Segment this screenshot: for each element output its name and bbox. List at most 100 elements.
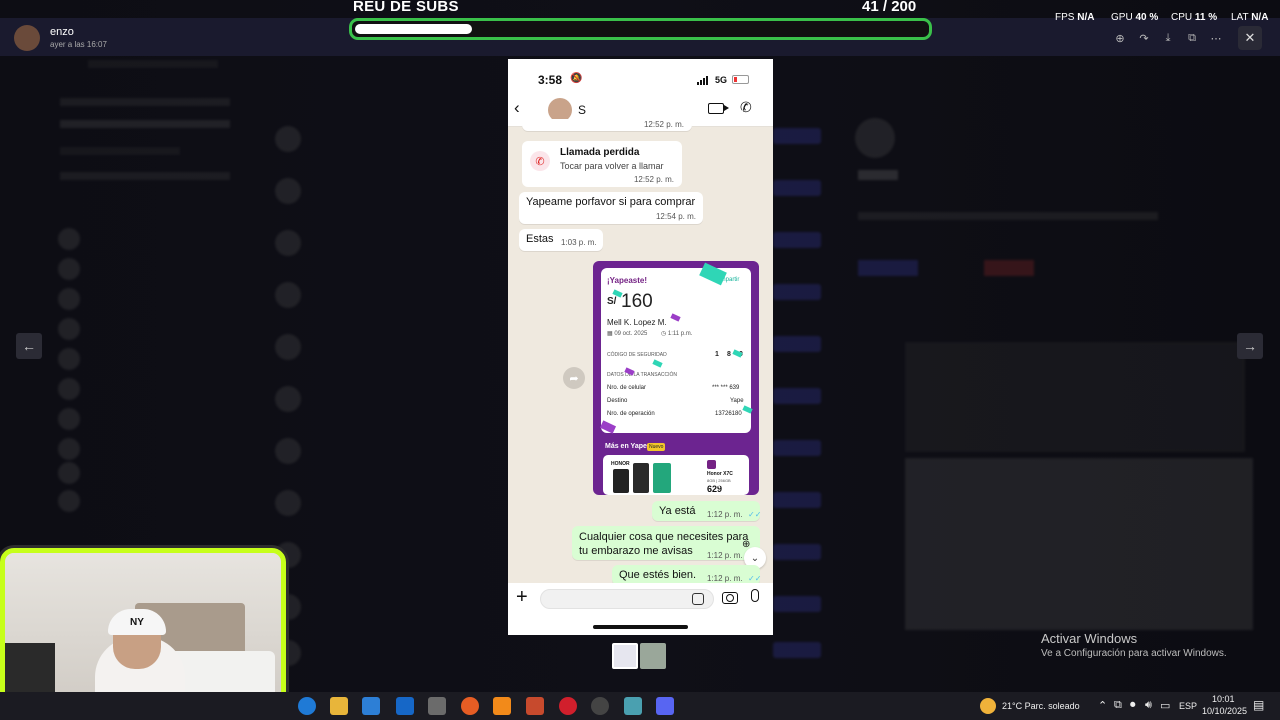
rotate-icon[interactable]: ↷ [1132, 28, 1156, 48]
cursor-zoom-icon: ⊕ [742, 539, 751, 550]
back-icon[interactable]: ‹ [514, 98, 520, 118]
profile-name [858, 170, 898, 180]
message-time: 12:52 p. m. [643, 120, 684, 129]
close-button[interactable]: ✕ [1238, 26, 1262, 50]
message-time: 1:12 p. m. [707, 510, 743, 519]
chevron-up-icon[interactable]: ⌃ [1098, 699, 1107, 712]
message-text [905, 342, 1245, 452]
tray-icon[interactable]: ⧉ [1114, 699, 1122, 712]
forward-icon[interactable]: ➦ [563, 367, 585, 389]
app-icon[interactable] [624, 697, 642, 715]
profile-button [858, 260, 918, 276]
receipt-card: ¡Yapeaste! Compartir S/ 160 Mell K. Lope… [601, 268, 751, 433]
message-bubble-sent: Cualquier cosa que necesites para tu emb… [572, 526, 760, 560]
more-icon[interactable]: ⋯ [1204, 28, 1228, 48]
profile-text [858, 212, 1158, 220]
subs-goal-count: 41 / 200 [862, 0, 916, 15]
open-external-icon[interactable]: ⧉ [1180, 28, 1204, 48]
video-call-icon[interactable] [708, 103, 729, 114]
row-button [773, 232, 821, 248]
list-item [60, 147, 180, 155]
row-value: *** *** 639 [712, 385, 740, 391]
row-button [773, 596, 821, 612]
weather-text[interactable]: 21°C Parc. soleado [1002, 701, 1080, 711]
list-item [60, 120, 230, 128]
contact-name[interactable]: S [578, 103, 586, 117]
discord-icon[interactable] [656, 697, 674, 715]
missed-call-icon: ✆ [530, 151, 550, 171]
mas-en-yape: Más en Yape [605, 443, 647, 450]
row-button [773, 492, 821, 508]
plus-icon[interactable]: + [516, 586, 528, 609]
app-icon[interactable] [428, 697, 446, 715]
microphone-icon[interactable] [751, 589, 759, 602]
promo-model: Honor X7C [707, 471, 733, 477]
avatar [275, 490, 301, 516]
list-item [60, 98, 230, 106]
receipt-time: ◷ 1:11 p.m. [661, 331, 693, 337]
thumbnail-selected[interactable] [612, 643, 638, 669]
phone-product-image [653, 463, 671, 493]
message-bubble-received: Yapeame porfavor si para comprar 12:54 p… [519, 192, 703, 224]
avatar [58, 348, 80, 370]
opera-icon[interactable] [559, 697, 577, 715]
message-bubble-received: Estas 1:03 p. m. [519, 229, 603, 251]
file-explorer-icon[interactable] [330, 697, 348, 715]
store-icon[interactable] [362, 697, 380, 715]
phone-call-icon[interactable]: ✆ [740, 99, 752, 116]
receipt-date: ▦ 09 oct. 2025 [607, 331, 648, 337]
next-arrow-button[interactable]: → [1237, 333, 1263, 359]
weather-icon [980, 698, 996, 714]
message-input[interactable] [540, 589, 714, 609]
stat-value: 40 % [1135, 12, 1159, 23]
receipt-heading: ¡Yapeaste! [607, 276, 648, 285]
microphone-tray-icon[interactable]: ⏺ [1130, 699, 1136, 712]
zoom-icon[interactable]: ⊕ [1108, 28, 1132, 48]
subs-goal-title: REU DE SUBS [353, 0, 459, 15]
obs-icon[interactable] [591, 697, 609, 715]
network-icon[interactable]: ▭ [1160, 699, 1170, 712]
app-icon[interactable] [526, 697, 544, 715]
yape-logo-icon [707, 460, 716, 469]
missed-call-bubble[interactable]: ✆ Llamada perdida Tocar para volver a ll… [522, 141, 682, 187]
table-row [275, 640, 821, 680]
read-receipt-icon: ✓✓ [748, 574, 762, 583]
avatar [275, 282, 301, 308]
image-thumbnails [612, 643, 666, 669]
volume-icon[interactable]: 🔊︎ [1145, 699, 1152, 712]
message-time: 1:03 p. m. [561, 238, 597, 247]
download-icon[interactable]: ⤓ [1156, 28, 1180, 48]
missed-call-subtitle: Tocar para volver a llamar [560, 161, 664, 171]
clock-time[interactable]: 10:01 [1212, 694, 1235, 704]
row-button [773, 440, 821, 456]
avatar [58, 490, 80, 512]
avatar [275, 178, 301, 204]
notification-icon[interactable]: ▤ [1253, 698, 1264, 712]
language-indicator[interactable]: ESP [1179, 701, 1197, 711]
camera-icon[interactable] [722, 592, 738, 604]
avatar [58, 438, 80, 460]
prev-arrow-button[interactable]: ← [16, 333, 42, 359]
edge-icon[interactable] [298, 697, 316, 715]
message-bubble-sent: Ya está 1:12 p. m. ✓✓ [652, 501, 761, 521]
bell-muted-icon: 🔕 [570, 73, 583, 84]
vlc-icon[interactable] [493, 697, 511, 715]
profile-button [984, 260, 1034, 276]
clock-date[interactable]: 10/10/2025 [1202, 706, 1247, 716]
thumbnail[interactable] [640, 643, 666, 669]
row-label: Nro. de celular [607, 385, 647, 391]
security-digit: 8 [727, 351, 731, 358]
avatar [275, 230, 301, 256]
sticker-icon[interactable] [692, 593, 704, 605]
avatar [58, 258, 80, 280]
stat-lat: LAT N/A [1231, 12, 1268, 23]
message-text: Ya está [659, 505, 696, 517]
nuevo-badge: Nuevo [647, 443, 666, 451]
outlook-icon[interactable] [396, 697, 414, 715]
yape-receipt-image[interactable]: ¡Yapeaste! Compartir S/ 160 Mell K. Lope… [593, 261, 759, 495]
battery-icon [732, 75, 749, 84]
message-text: Yapeame porfavor si para comprar [526, 196, 696, 208]
row-label: Nro. de operación [607, 411, 655, 417]
firefox-icon[interactable] [461, 697, 479, 715]
viewer-timestamp: ayer a las 16:07 [50, 40, 107, 49]
